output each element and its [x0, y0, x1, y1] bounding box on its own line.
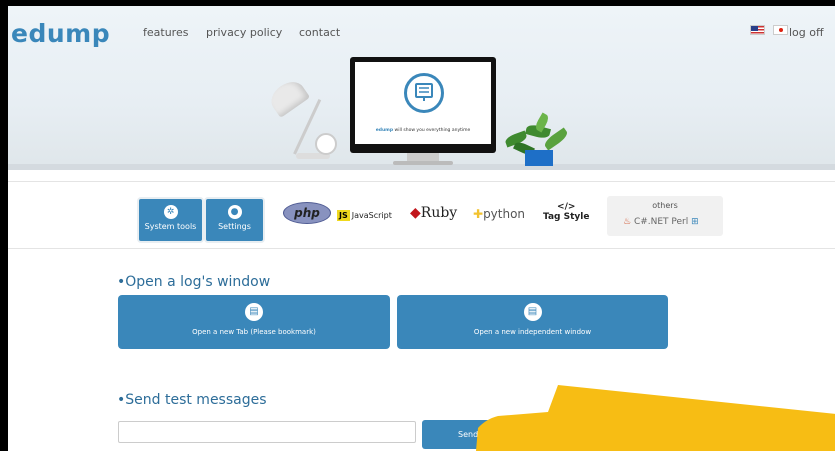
others-button[interactable]: others ♨ C#.NET Perl ⊞: [607, 196, 723, 236]
others-languages: ♨ C#.NET Perl ⊞: [623, 217, 699, 227]
send-test-messages-heading: •Send test messages: [117, 392, 267, 408]
system-tools-label: System tools: [144, 222, 197, 231]
open-log-window-heading: •Open a log's window: [117, 274, 271, 290]
monitor-illustration: edump will show you everything anytime: [350, 57, 496, 153]
code-tag-icon: </>: [557, 202, 576, 212]
toolbar-top-divider: [8, 181, 835, 182]
window-icon: ▤: [245, 303, 263, 321]
java-icon: ♨: [623, 217, 632, 227]
nav-features[interactable]: features: [143, 26, 188, 39]
open-new-window-button[interactable]: ▤ Open a new independent window: [397, 295, 668, 349]
window-icon: ▤: [523, 303, 542, 321]
js-badge: JS: [337, 210, 350, 221]
settings-label: Settings: [218, 222, 251, 231]
nav-contact[interactable]: contact: [299, 26, 340, 39]
others-label: others: [652, 201, 678, 210]
clock-icon: [315, 133, 337, 155]
open-new-tab-button[interactable]: ▤ Open a new Tab (Please bookmark): [118, 295, 390, 349]
toolbar-bottom-divider: [8, 248, 835, 249]
log-off-link[interactable]: log off: [789, 26, 824, 39]
ruby-gem-icon: ◆: [410, 205, 421, 221]
monitor-icon: [404, 73, 444, 113]
nav-privacy-policy[interactable]: privacy policy: [206, 26, 282, 39]
monitor-screen: edump will show you everything anytime: [355, 62, 491, 144]
python-logo[interactable]: ✚python: [473, 207, 525, 221]
user-icon: ●: [227, 205, 242, 219]
system-tools-button[interactable]: ✲ System tools: [139, 199, 202, 241]
settings-button[interactable]: ● Settings: [206, 199, 263, 241]
tag-style-label: Tag Style: [543, 212, 590, 222]
python-snake-icon: ✚: [473, 207, 484, 221]
gear-icon: ✲: [163, 205, 178, 219]
open-new-tab-label: Open a new Tab (Please bookmark): [192, 328, 316, 336]
ruby-logo[interactable]: ◆Ruby: [410, 205, 457, 221]
php-logo[interactable]: php: [283, 202, 331, 224]
lamp-head-illustration: [265, 76, 311, 118]
japan-flag-icon[interactable]: [773, 25, 788, 35]
test-message-input[interactable]: [118, 421, 416, 443]
us-flag-icon[interactable]: [750, 25, 765, 35]
hero-banner: edump features privacy policy contact lo…: [8, 6, 835, 170]
send-button[interactable]: Send: [422, 420, 512, 449]
monitor-tagline: edump will show you everything anytime: [375, 128, 471, 133]
tag-style-logo[interactable]: </> Tag Style: [543, 202, 589, 222]
open-new-window-label: Open a new independent window: [473, 328, 592, 336]
windows-icon: ⊞: [691, 217, 699, 227]
monitor-base: [393, 161, 453, 165]
logo[interactable]: edump: [11, 19, 110, 48]
page: edump features privacy policy contact lo…: [8, 6, 835, 451]
javascript-logo[interactable]: JS JavaScript: [337, 210, 392, 221]
